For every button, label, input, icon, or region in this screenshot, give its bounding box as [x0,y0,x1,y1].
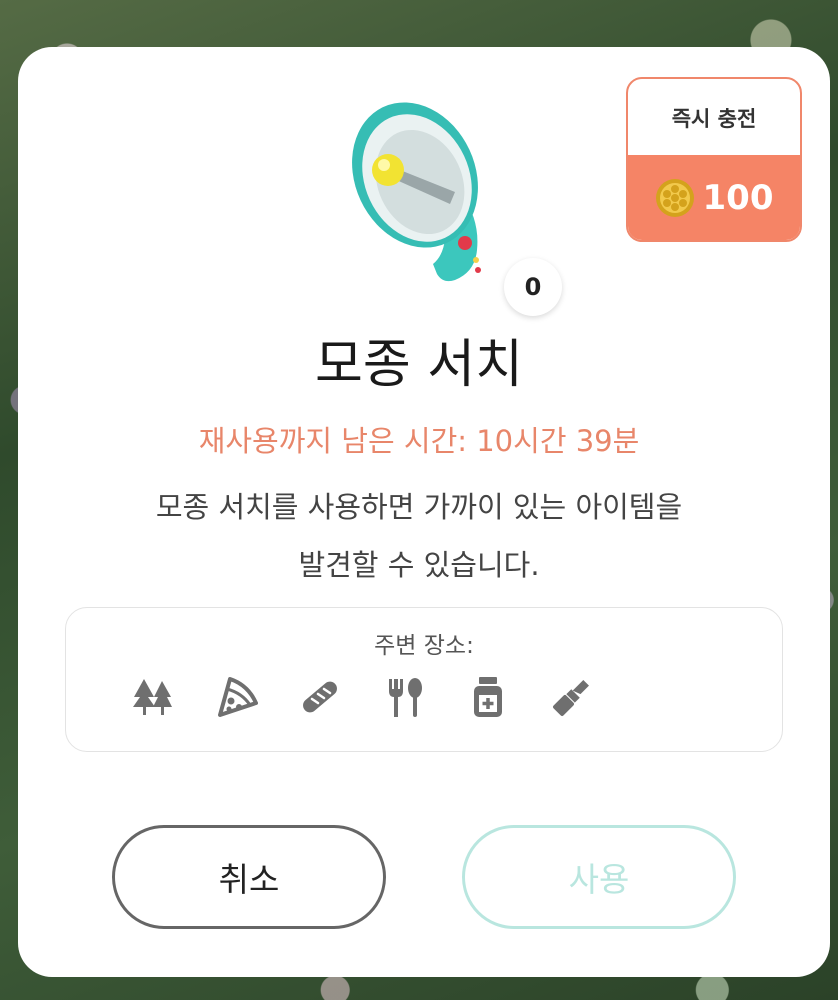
restaurant-icon [382,675,426,719]
cancel-button[interactable]: 취소 [112,825,386,929]
use-button[interactable]: 사용 [462,825,736,929]
instant-charge-button[interactable]: 즉시 충전 100 [626,77,802,242]
pharmacy-icon [466,675,510,719]
description-line-1: 모종 서치를 사용하면 가까이 있는 아이템을 [155,490,683,524]
cooldown-timer: 재사용까지 남은 시간: 10시간 39분 [198,424,640,458]
instant-charge-label: 즉시 충전 [671,107,757,131]
dialog-description: 모종 서치를 사용하면 가까이 있는 아이템을 발견할 수 있습니다. [60,478,778,594]
instant-charge-price-value: 100 [702,177,774,218]
gold-coin-icon [655,178,694,217]
cosmetics-icon [550,675,594,719]
description-line-2: 발견할 수 있습니다. [298,548,540,582]
dialog-title: 모종 서치 [315,335,523,395]
nearby-places-label: 주변 장소: [374,633,474,659]
megaphone-icon [352,102,481,282]
pizza-icon [214,675,258,719]
bread-icon [298,675,342,719]
forest-icon [130,675,174,719]
instant-charge-price: 100 [628,155,800,240]
nearby-places-icons [130,672,710,722]
item-count-badge: 0 [504,258,562,316]
